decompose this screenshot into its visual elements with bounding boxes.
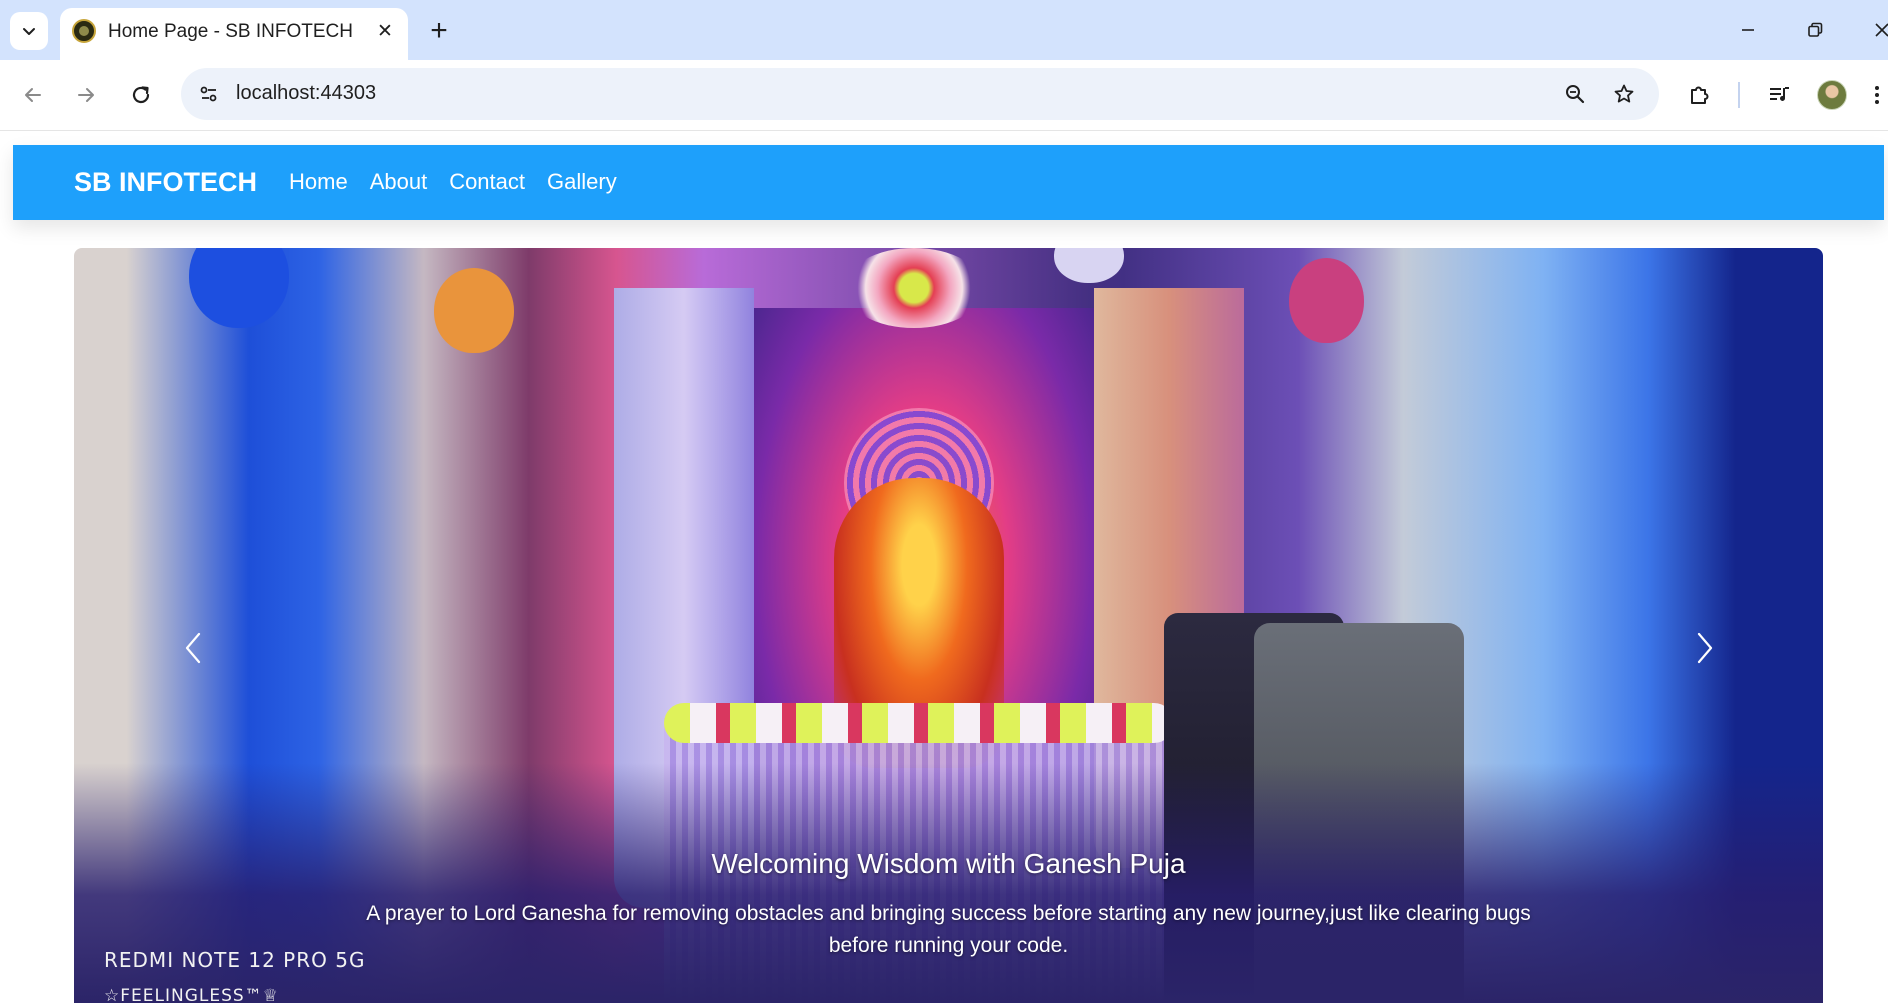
close-icon: ✕ xyxy=(377,20,393,42)
zoom-button[interactable] xyxy=(1559,78,1591,110)
window-minimize-button[interactable] xyxy=(1728,12,1768,48)
chevron-left-icon xyxy=(185,632,201,664)
watermark-signature: ☆FEELINGLESS™♕ xyxy=(104,986,279,1003)
nav-links: Home About Contact Gallery xyxy=(289,169,617,195)
chevron-right-icon xyxy=(1697,632,1713,664)
nav-link-contact[interactable]: Contact xyxy=(449,169,525,195)
photo-balloon-blue xyxy=(189,248,289,328)
browser-tab-strip: Home Page - SB INFOTECH ✕ + xyxy=(0,0,1888,60)
site-info-button[interactable] xyxy=(193,78,225,110)
tab-title: Home Page - SB INFOTECH xyxy=(108,21,353,42)
menu-button[interactable] xyxy=(1866,75,1888,115)
photo-balloon-orange xyxy=(434,268,514,353)
photo-garland xyxy=(664,703,1174,743)
queue-music-icon xyxy=(1770,87,1789,101)
site-brand[interactable]: SB INFOTECH xyxy=(74,167,257,198)
arrow-right-icon xyxy=(78,88,94,102)
bookmark-button[interactable] xyxy=(1608,78,1640,110)
photo-balloon-pink xyxy=(1289,258,1364,343)
nav-link-gallery[interactable]: Gallery xyxy=(547,169,617,195)
minimize-icon xyxy=(1742,29,1754,31)
window-restore-button[interactable] xyxy=(1795,12,1835,48)
address-bar[interactable]: localhost:44303 xyxy=(181,68,1659,120)
photo-flower-arch xyxy=(844,248,984,328)
reload-button[interactable] xyxy=(121,75,161,115)
back-button[interactable] xyxy=(13,75,53,115)
site-navbar: SB INFOTECH Home About Contact Gallery xyxy=(13,145,1884,220)
site-favicon-icon xyxy=(72,19,96,43)
zoom-out-icon xyxy=(1566,85,1585,104)
carousel-caption: Welcoming Wisdom with Ganesh Puja A pray… xyxy=(74,848,1823,962)
new-tab-button[interactable]: + xyxy=(422,14,456,48)
carousel-prev-button[interactable] xyxy=(164,618,224,678)
tab-close-button[interactable]: ✕ xyxy=(372,18,398,44)
close-icon xyxy=(1875,23,1888,37)
carousel-next-button[interactable] xyxy=(1674,618,1734,678)
watermark-device: REDMI NOTE 12 PRO 5G xyxy=(104,948,366,972)
nav-link-about[interactable]: About xyxy=(370,169,428,195)
carousel-caption-text: A prayer to Lord Ganesha for removing ob… xyxy=(366,902,1531,957)
arrow-left-icon xyxy=(25,88,41,102)
photo-watermark: REDMI NOTE 12 PRO 5G ☆FEELINGLESS™♕ xyxy=(104,948,365,1003)
window-close-button[interactable] xyxy=(1862,12,1888,48)
toolbar-divider xyxy=(1738,82,1740,108)
forward-button[interactable] xyxy=(66,75,106,115)
restore-icon xyxy=(1808,22,1823,37)
profile-avatar[interactable] xyxy=(1817,80,1847,110)
tab-search-button[interactable] xyxy=(10,12,48,50)
carousel-caption-title: Welcoming Wisdom with Ganesh Puja xyxy=(711,848,1186,879)
star-icon xyxy=(1614,84,1634,103)
photo-balloon-white xyxy=(1054,248,1124,283)
url-text[interactable]: localhost:44303 xyxy=(236,82,376,105)
puzzle-icon xyxy=(1691,86,1709,104)
nav-link-home[interactable]: Home xyxy=(289,169,348,195)
plus-icon: + xyxy=(430,14,448,47)
tune-icon xyxy=(200,86,217,102)
more-vertical-icon xyxy=(1875,86,1879,104)
browser-toolbar: localhost:44303 xyxy=(0,60,1888,131)
chevron-down-icon xyxy=(23,28,35,35)
browser-tab-active[interactable]: Home Page - SB INFOTECH ✕ xyxy=(60,8,408,60)
hero-carousel: Welcoming Wisdom with Ganesh Puja A pray… xyxy=(74,248,1823,1003)
extensions-button[interactable] xyxy=(1680,75,1720,115)
media-controls-button[interactable] xyxy=(1759,75,1799,115)
reload-icon xyxy=(132,86,150,104)
